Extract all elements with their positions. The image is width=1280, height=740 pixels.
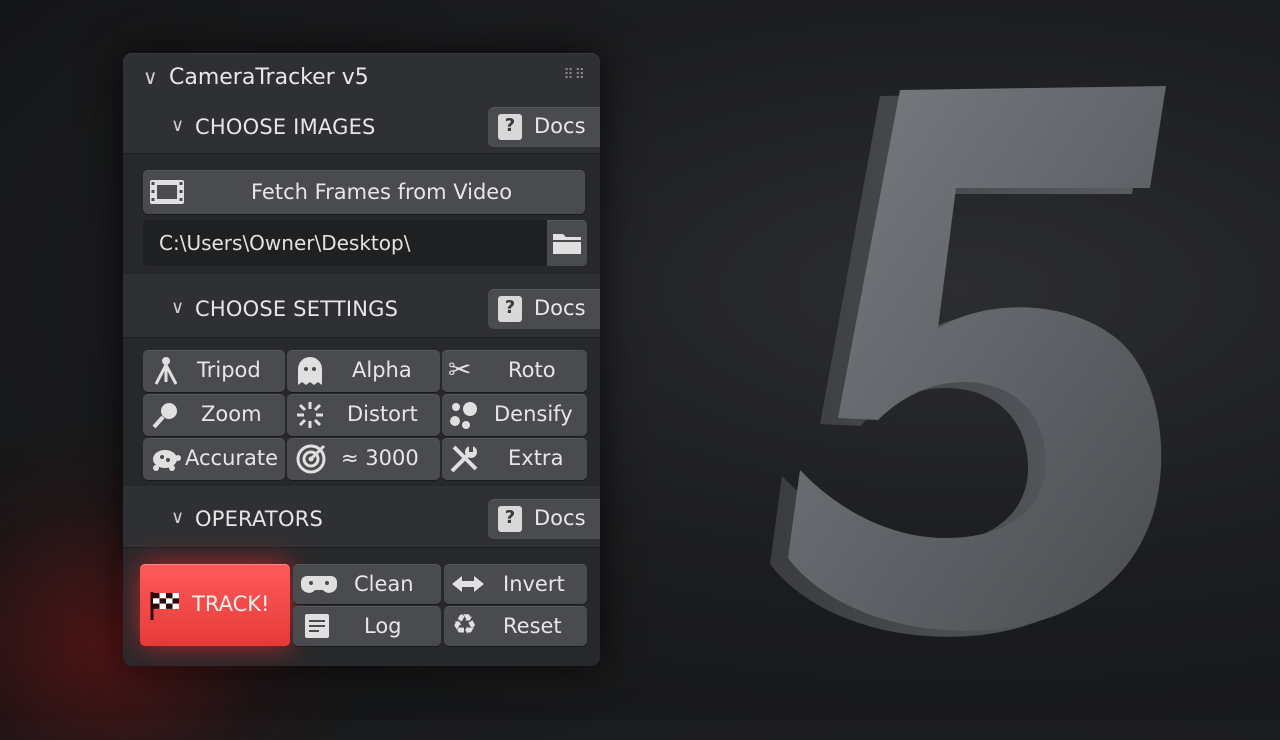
tools-icon	[450, 445, 478, 473]
checkered-flag-icon	[150, 592, 179, 620]
settings-subpanel: Tripod Alpha ✂ Roto Zoom Distort Densify…	[123, 337, 600, 486]
section-choose-images[interactable]: ∨ CHOOSE IMAGES ? Docs	[123, 107, 600, 147]
turtle-icon	[153, 450, 181, 471]
section-operators[interactable]: ∨ OPERATORS ? Docs	[123, 499, 600, 539]
section-choose-settings[interactable]: ∨ CHOOSE SETTINGS ? Docs	[123, 289, 600, 329]
section-label: CHOOSE SETTINGS	[195, 297, 399, 321]
track-button[interactable]: TRACK!	[140, 564, 290, 646]
book-help-icon: ?	[498, 296, 522, 322]
docs-label: Docs	[534, 114, 586, 138]
scissors-icon: ✂	[448, 353, 472, 386]
distort-button[interactable]: Distort	[287, 394, 440, 436]
panel-header[interactable]: ∨ CameraTracker v5 ⠿⠿	[123, 53, 600, 101]
film-strip-icon	[150, 180, 184, 204]
target-icon	[296, 444, 326, 474]
panel-title: CameraTracker v5	[169, 65, 369, 90]
arrows-icon	[452, 576, 484, 592]
chevron-down-icon[interactable]: ∨	[171, 297, 184, 318]
version-five-graphic: 5	[770, 40, 1166, 637]
operators-subpanel: TRACK! Clean Invert Log ♻ Reset	[123, 547, 600, 666]
drag-grip-icon[interactable]: ⠿⠿	[563, 67, 586, 83]
features-count-button[interactable]: ≈ 3000	[287, 438, 440, 480]
features-count-label: ≈ 3000	[341, 446, 419, 470]
distort-label: Distort	[347, 402, 418, 426]
invert-button[interactable]: Invert	[444, 564, 587, 604]
tripod-button[interactable]: Tripod	[143, 350, 285, 392]
path-field[interactable]: C:\Users\Owner\Desktop\	[143, 220, 547, 266]
alpha-label: Alpha	[352, 358, 412, 382]
docs-button-operators[interactable]: ? Docs	[488, 499, 600, 539]
densify-label: Densify	[494, 402, 573, 426]
alpha-button[interactable]: Alpha	[287, 350, 440, 392]
densify-button[interactable]: Densify	[442, 394, 587, 436]
reset-button[interactable]: ♻ Reset	[444, 606, 587, 646]
fetch-frames-label: Fetch Frames from Video	[251, 180, 513, 204]
clean-label: Clean	[354, 572, 414, 596]
roto-label: Roto	[508, 358, 556, 382]
docs-button-settings[interactable]: ? Docs	[488, 289, 600, 329]
section-label: CHOOSE IMAGES	[195, 115, 376, 139]
hero-glyph-text: 5	[770, 40, 771, 41]
magnifier-icon	[152, 403, 177, 429]
log-icon	[305, 614, 329, 638]
track-label: TRACK!	[192, 592, 270, 616]
book-help-icon: ?	[498, 506, 522, 532]
book-help-icon: ?	[498, 114, 522, 140]
chevron-down-icon[interactable]: ∨	[171, 115, 184, 136]
roto-button[interactable]: ✂ Roto	[442, 350, 587, 392]
docs-label: Docs	[534, 296, 586, 320]
cameratracker-panel: ∨ CameraTracker v5 ⠿⠿ ∨ CHOOSE IMAGES ? …	[123, 53, 600, 666]
path-value: C:\Users\Owner\Desktop\	[159, 231, 411, 255]
extra-label: Extra	[508, 446, 564, 470]
browse-folder-button[interactable]	[547, 220, 587, 266]
ghost-icon	[298, 357, 322, 385]
gamepad-icon	[301, 576, 337, 593]
chevron-down-icon[interactable]: ∨	[143, 65, 158, 89]
docs-button-images[interactable]: ? Docs	[488, 107, 600, 147]
burst-icon	[297, 402, 323, 428]
accurate-label: Accurate	[185, 446, 279, 470]
zoom-button[interactable]: Zoom	[143, 394, 285, 436]
section-label: OPERATORS	[195, 507, 324, 531]
docs-label: Docs	[534, 506, 586, 530]
chevron-down-icon[interactable]: ∨	[171, 507, 184, 528]
reset-label: Reset	[503, 614, 562, 638]
log-button[interactable]: Log	[293, 606, 441, 646]
tripod-label: Tripod	[197, 358, 261, 382]
log-label: Log	[364, 614, 402, 638]
recycle-icon: ♻	[452, 608, 478, 641]
extra-button[interactable]: Extra	[442, 438, 587, 480]
zoom-label: Zoom	[201, 402, 262, 426]
tripod-icon	[154, 357, 178, 385]
accurate-button[interactable]: Accurate	[143, 438, 285, 480]
images-subpanel: Fetch Frames from Video C:\Users\Owner\D…	[123, 153, 600, 274]
invert-label: Invert	[503, 572, 565, 596]
clean-button[interactable]: Clean	[293, 564, 441, 604]
folder-icon	[553, 234, 581, 254]
fetch-frames-button[interactable]: Fetch Frames from Video	[143, 170, 585, 214]
dots-icon	[450, 402, 477, 429]
